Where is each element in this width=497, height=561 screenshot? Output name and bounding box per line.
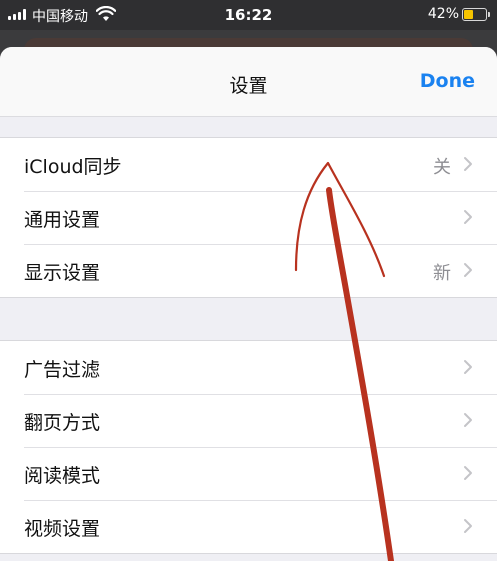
chevron-right-icon	[464, 157, 472, 171]
battery-percent: 42%	[427, 6, 459, 22]
settings-sheet: 设置 Done iCloud同步 关 通用设置 显示设置 新 广告过滤 翻页方式…	[0, 47, 497, 561]
settings-row-general[interactable]: 通用设置	[0, 191, 497, 244]
battery-icon	[462, 8, 490, 21]
settings-row-page-turn[interactable]: 翻页方式	[0, 394, 497, 447]
clock-time: 16:22	[224, 6, 273, 24]
row-value: 关	[433, 157, 451, 178]
row-label: 阅读模式	[24, 465, 101, 487]
settings-group-reading: 广告过滤 翻页方式 阅读模式 视频设置	[0, 340, 497, 554]
row-label: 翻页方式	[24, 412, 101, 434]
row-label: 视频设置	[24, 518, 101, 540]
row-label: 广告过滤	[24, 359, 101, 381]
chevron-right-icon	[464, 210, 472, 224]
chevron-right-icon	[464, 466, 472, 480]
chevron-right-icon	[464, 413, 472, 427]
navigation-bar: 设置 Done	[0, 47, 497, 117]
settings-row-reading-mode[interactable]: 阅读模式	[0, 447, 497, 500]
settings-row-display[interactable]: 显示设置 新	[0, 244, 497, 297]
battery-fill	[464, 10, 473, 19]
settings-row-icloud-sync[interactable]: iCloud同步 关	[0, 138, 497, 191]
chevron-right-icon	[464, 519, 472, 533]
done-button[interactable]: Done	[420, 70, 475, 92]
settings-row-video[interactable]: 视频设置	[0, 500, 497, 553]
row-label: 显示设置	[24, 262, 101, 284]
settings-screen: 中国移动 16:22 42% 设置 Done iCloud同步 关 通用设置 显…	[0, 0, 497, 561]
chevron-right-icon	[464, 360, 472, 374]
row-value-new-badge: 新	[433, 263, 451, 284]
row-label: 通用设置	[24, 209, 101, 231]
settings-row-ad-filter[interactable]: 广告过滤	[0, 341, 497, 394]
chevron-right-icon	[464, 263, 472, 277]
status-bar: 中国移动 16:22 42%	[0, 0, 497, 30]
row-label: iCloud同步	[24, 156, 122, 178]
settings-group-sync-display: iCloud同步 关 通用设置 显示设置 新	[0, 137, 497, 298]
